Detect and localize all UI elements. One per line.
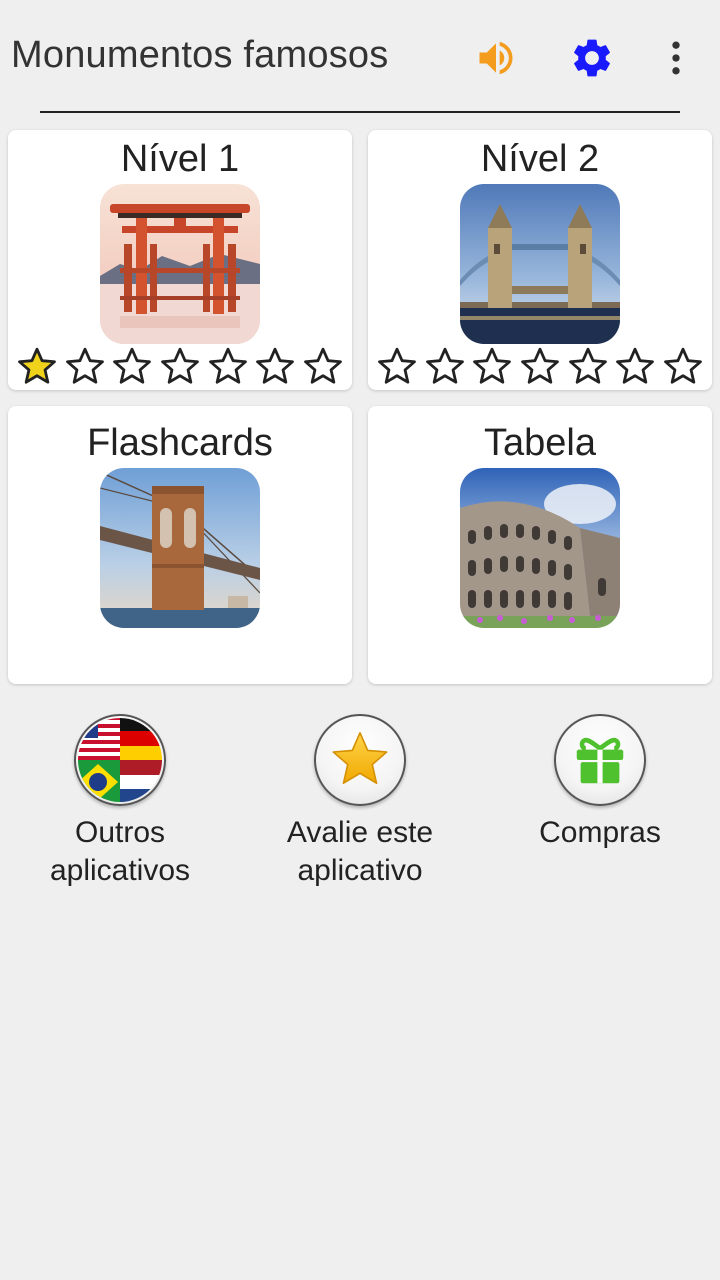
star-empty-icon [304, 347, 342, 384]
torii-gate-image [100, 184, 260, 344]
star-empty-icon [473, 347, 512, 384]
overflow-menu-button[interactable] [652, 34, 700, 82]
level-1-card[interactable]: Nível 1 [8, 130, 352, 390]
sound-button[interactable] [472, 34, 520, 82]
star-icon [314, 714, 406, 806]
card-title: Tabela [484, 422, 596, 464]
star-empty-icon [161, 347, 199, 384]
star-filled-icon [18, 347, 56, 384]
rate-app-label: Avalie este aplicativo [240, 814, 480, 890]
card-title: Nível 1 [120, 138, 240, 180]
gear-icon [574, 39, 610, 77]
label-line-1: Outros [74, 816, 166, 849]
app-bar: Monumentos famosos [0, 0, 720, 112]
brooklyn-bridge-image [100, 468, 260, 628]
flashcards-card[interactable]: Flashcards [8, 406, 352, 684]
star-empty-icon [664, 347, 702, 384]
header-divider [40, 111, 680, 113]
purchases-label: Compras [480, 814, 720, 852]
sound-icon [479, 41, 513, 75]
star-empty-icon [568, 347, 607, 384]
star-empty-icon [616, 347, 655, 384]
label-line-2: aplicativos [49, 854, 191, 887]
tower-bridge-image [460, 184, 620, 344]
flags-icon [74, 714, 166, 806]
other-apps-label: Outros aplicativos [0, 814, 240, 890]
app-title: Monumentos famosos [11, 34, 389, 76]
star-empty-icon [521, 347, 559, 384]
label-line-2: aplicativo [297, 854, 423, 887]
gift-icon [554, 714, 646, 806]
stars-row [16, 346, 344, 388]
card-title: Flashcards [87, 422, 273, 464]
label-line-1: Avalie este [286, 816, 434, 849]
table-card[interactable]: Tabela [368, 406, 712, 684]
purchases-button[interactable]: Compras [480, 714, 720, 852]
star-empty-icon [378, 347, 416, 384]
settings-button[interactable] [568, 34, 616, 82]
star-empty-icon [425, 347, 464, 384]
stars-row [376, 346, 704, 388]
label-line-1: Compras [539, 816, 661, 849]
star-empty-icon [208, 347, 247, 384]
level-2-card[interactable]: Nível 2 [368, 130, 712, 390]
star-empty-icon [256, 347, 295, 384]
other-apps-button[interactable]: Outros aplicativos [0, 714, 240, 890]
rate-app-button[interactable]: Avalie este aplicativo [240, 714, 480, 890]
colosseum-image [460, 468, 620, 628]
star-empty-icon [65, 347, 104, 384]
card-title: Nível 2 [480, 138, 600, 180]
more-vert-icon [672, 41, 680, 75]
star-empty-icon [113, 347, 152, 384]
